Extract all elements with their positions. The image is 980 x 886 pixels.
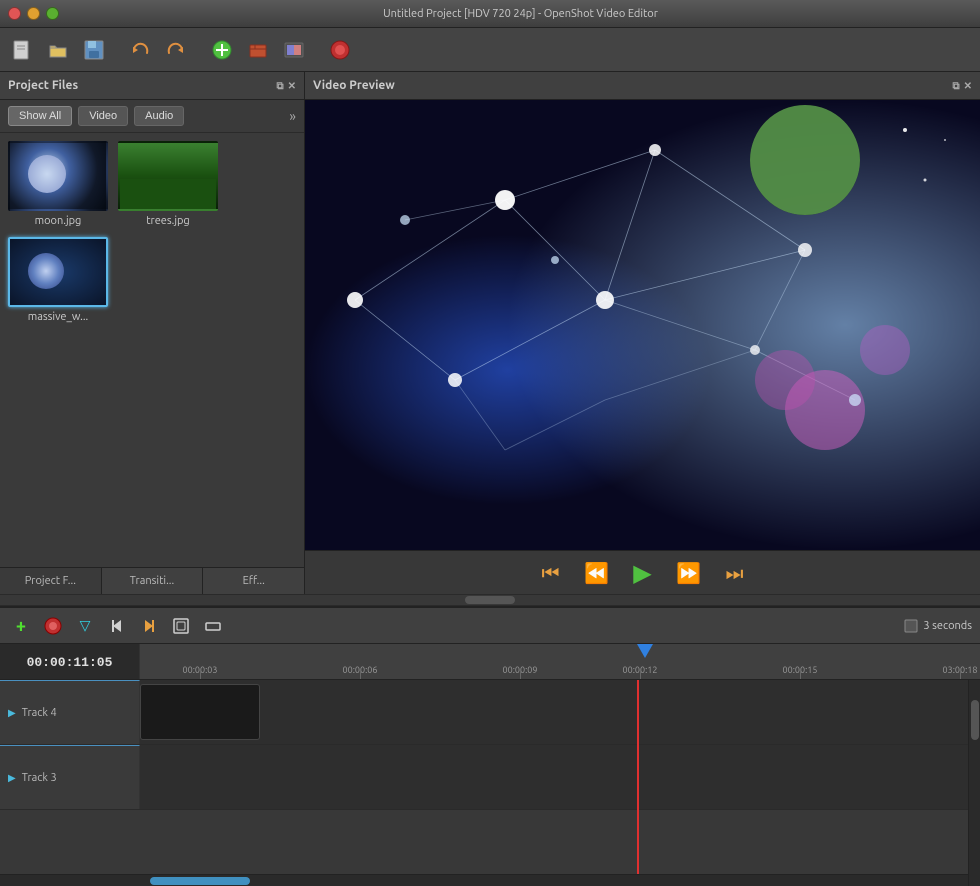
jump-start-button[interactable] bbox=[104, 613, 130, 639]
track-label-4: ▶ Track 4 bbox=[0, 680, 140, 744]
preview-controls: ⏮ ⏪ ▶ ⏩ ⏭ bbox=[305, 550, 980, 594]
tab-effects[interactable]: Eff... bbox=[203, 568, 304, 594]
file-label-trees: trees.jpg bbox=[146, 215, 190, 227]
h-scroll-thumb[interactable] bbox=[150, 877, 250, 885]
save-button[interactable] bbox=[78, 34, 110, 66]
video-visualization bbox=[305, 100, 980, 550]
resize-handle-grip bbox=[465, 596, 515, 604]
panel-tabs: Project F... Transiti... Eff... bbox=[0, 567, 304, 594]
preview-restore-icon[interactable]: ⧉ bbox=[952, 80, 959, 92]
add-track-button[interactable]: + bbox=[8, 613, 34, 639]
time-ruler: 00:00:11:05 00:00:03 00:00:06 00:00:09 0… bbox=[0, 644, 980, 680]
timeline-content: 00:00:11:05 00:00:03 00:00:06 00:00:09 0… bbox=[0, 644, 980, 886]
preview-header-icons: ⧉ ✕ bbox=[952, 80, 972, 92]
filter-more-button[interactable]: » bbox=[289, 108, 296, 124]
video-canvas bbox=[305, 100, 980, 550]
track-row-4: ▶ Track 4 bbox=[0, 680, 980, 745]
clip-button[interactable] bbox=[242, 34, 274, 66]
panel-resize-handle[interactable] bbox=[0, 594, 980, 606]
file-thumb-trees bbox=[118, 141, 218, 211]
zoom-indicator: 3 seconds bbox=[903, 618, 972, 634]
audio-filter-button[interactable]: Audio bbox=[134, 106, 184, 126]
file-thumb-massive bbox=[8, 237, 108, 307]
v-scroll-thumb[interactable] bbox=[971, 700, 979, 740]
video-area bbox=[305, 100, 980, 550]
file-label-massive: massive_w... bbox=[28, 311, 89, 323]
timeline-section: + ▽ 3 seconds 00:00:11:05 00:00:03 00:0 bbox=[0, 606, 980, 886]
new-button[interactable] bbox=[6, 34, 38, 66]
razor-button[interactable]: ▽ bbox=[72, 613, 98, 639]
tracks-area: ▶ Track 4 ▶ Track 3 bbox=[0, 680, 980, 874]
file-item-massive[interactable]: massive_w... bbox=[8, 237, 108, 323]
playhead-diamond bbox=[637, 644, 653, 658]
undo-button[interactable] bbox=[124, 34, 156, 66]
transitions-button[interactable] bbox=[278, 34, 310, 66]
panel-header-icons: ⧉ ✕ bbox=[276, 80, 296, 92]
file-thumb-moon bbox=[8, 141, 108, 211]
preview-header: Video Preview ⧉ ✕ bbox=[305, 72, 980, 100]
preview-title: Video Preview bbox=[313, 79, 395, 92]
fast-forward-button[interactable]: ⏩ bbox=[674, 558, 704, 588]
filter-bar: Show All Video Audio » bbox=[0, 100, 304, 133]
left-panel: Project Files ⧉ ✕ Show All Video Audio »… bbox=[0, 72, 305, 594]
toggle-button[interactable] bbox=[200, 613, 226, 639]
rewind-button[interactable]: ⏪ bbox=[582, 558, 612, 588]
project-files-title: Project Files bbox=[8, 79, 78, 92]
tab-project-files[interactable]: Project F... bbox=[0, 568, 102, 594]
window-title: Untitled Project [HDV 720 24p] - OpenSho… bbox=[69, 8, 972, 20]
track-content-3[interactable] bbox=[140, 745, 980, 809]
track-label-3: ▶ Track 3 bbox=[0, 745, 140, 809]
timecode-display: 00:00:11:05 bbox=[0, 644, 140, 680]
open-button[interactable] bbox=[42, 34, 74, 66]
goto-end-button[interactable]: ⏭ bbox=[720, 558, 750, 588]
window-controls bbox=[8, 7, 59, 20]
video-filter-button[interactable]: Video bbox=[78, 106, 128, 126]
goto-start-button[interactable]: ⏮ bbox=[536, 558, 566, 588]
minimize-button[interactable] bbox=[27, 7, 40, 20]
track-content-4[interactable] bbox=[140, 680, 980, 744]
track-4-clip[interactable] bbox=[140, 684, 260, 740]
horizontal-scrollbar[interactable] bbox=[0, 874, 980, 886]
tab-transitions[interactable]: Transiti... bbox=[102, 568, 204, 594]
add-button[interactable] bbox=[206, 34, 238, 66]
maximize-button[interactable] bbox=[46, 7, 59, 20]
zoom-label: 3 seconds bbox=[923, 620, 972, 632]
redo-button[interactable] bbox=[160, 34, 192, 66]
right-panel: Video Preview ⧉ ✕ bbox=[305, 72, 980, 594]
file-label-moon: moon.jpg bbox=[35, 215, 82, 227]
titlebar: Untitled Project [HDV 720 24p] - OpenSho… bbox=[0, 0, 980, 28]
main-content: Project Files ⧉ ✕ Show All Video Audio »… bbox=[0, 72, 980, 594]
snap-button[interactable] bbox=[40, 613, 66, 639]
track-4-name: Track 4 bbox=[22, 707, 57, 719]
project-files-header: Project Files ⧉ ✕ bbox=[0, 72, 304, 100]
show-all-button[interactable]: Show All bbox=[8, 106, 72, 126]
zoom-icon bbox=[903, 618, 919, 634]
record-button[interactable] bbox=[324, 34, 356, 66]
play-button[interactable]: ▶ bbox=[628, 558, 658, 588]
panel-restore-icon[interactable]: ⧉ bbox=[276, 80, 283, 92]
preview-close-icon[interactable]: ✕ bbox=[964, 80, 972, 92]
main-toolbar bbox=[0, 28, 980, 72]
file-item-moon[interactable]: moon.jpg bbox=[8, 141, 108, 227]
panel-close-icon[interactable]: ✕ bbox=[288, 80, 296, 92]
track-3-name: Track 3 bbox=[22, 772, 57, 784]
close-button[interactable] bbox=[8, 7, 21, 20]
track-row-3: ▶ Track 3 bbox=[0, 745, 980, 810]
files-area: moon.jpg trees.jpg massive_w... bbox=[0, 133, 304, 567]
full-screen-button[interactable] bbox=[168, 613, 194, 639]
file-item-trees[interactable]: trees.jpg bbox=[118, 141, 218, 227]
vertical-scrollbar[interactable] bbox=[968, 680, 980, 886]
timeline-toolbar: + ▽ 3 seconds bbox=[0, 608, 980, 644]
jump-end-button[interactable] bbox=[136, 613, 162, 639]
